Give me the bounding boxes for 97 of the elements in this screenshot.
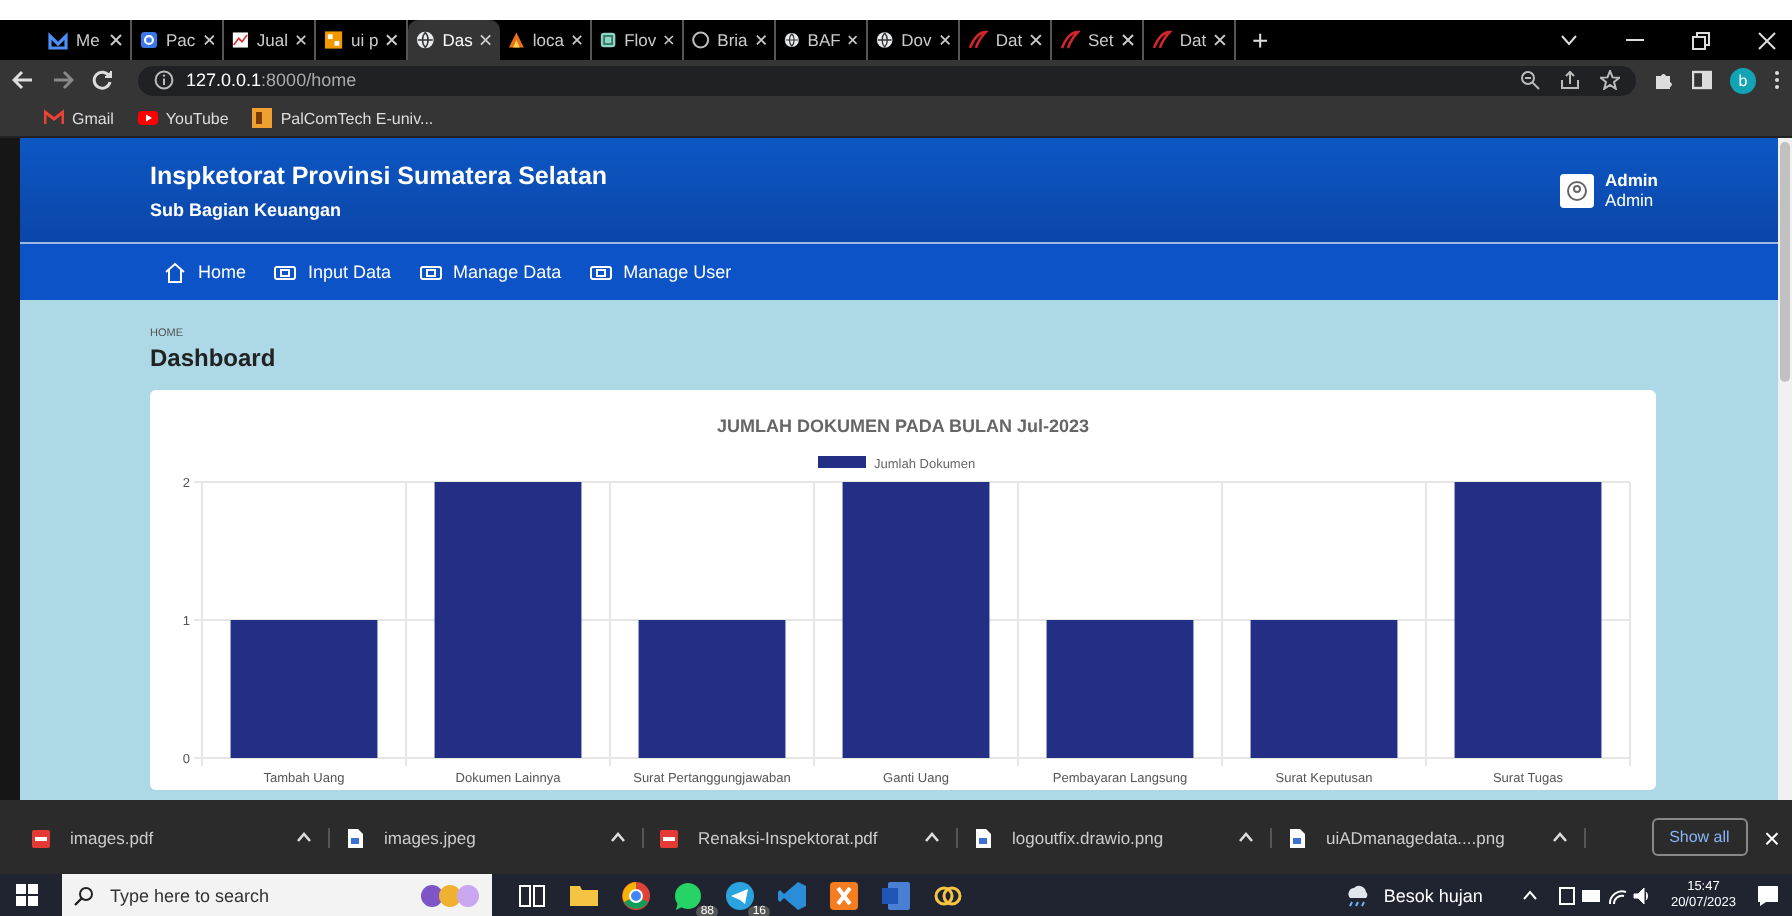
side-panel-icon[interactable] [1692,70,1712,90]
bookmark[interactable]: PalComTech E-univ... [252,108,434,128]
file-icon [346,827,364,847]
close-icon[interactable] [480,34,492,46]
scrollbar[interactable] [1778,138,1792,800]
caret-up-icon[interactable] [1552,832,1568,842]
close-icon[interactable] [203,34,214,46]
back-icon[interactable] [12,70,34,90]
ticket-icon [589,261,612,283]
show-all-button[interactable]: Show all [1651,818,1748,856]
play-icon [137,108,158,128]
reload-icon[interactable] [92,70,112,90]
globe-icon [416,30,435,50]
share-icon[interactable] [1560,70,1580,90]
code-editor-icon[interactable] [776,879,808,911]
slash-icon [968,30,988,50]
caret-up-icon[interactable] [924,832,940,842]
download-item[interactable]: logoutfix.drawio.png [974,827,1272,847]
bookmark[interactable]: Gmail [44,108,114,128]
close-icon[interactable] [1030,34,1042,46]
pdf-icon [32,827,50,847]
nav-link[interactable]: Home [164,261,247,283]
download-item[interactable]: images.jpeg [346,827,644,847]
close-icon[interactable] [1122,34,1134,46]
restore-icon[interactable] [1692,31,1710,49]
caret-up-icon[interactable] [296,832,312,842]
download-item[interactable]: uiADmanagedata....png [1288,827,1586,847]
slash-icon [1060,30,1080,50]
document-icon[interactable] [880,879,912,911]
forward-icon[interactable] [52,70,74,90]
close-icon[interactable] [1758,31,1776,49]
magnifier-icon [140,30,158,50]
url-text: 127.0.0.1:8000/home [186,70,357,90]
puzzle-icon[interactable] [1654,70,1674,90]
user-name: Admin [1605,170,1658,190]
chevron-up-icon[interactable] [1522,890,1539,900]
close-icon[interactable] [386,34,398,46]
download-item[interactable]: Renaksi-Inspektorat.pdf [660,827,958,847]
search-icon [74,885,94,905]
notification-icon[interactable] [1756,883,1780,907]
pdf-icon [660,827,678,847]
close-button[interactable]: × [1763,821,1780,853]
windows-icon[interactable] [16,884,38,906]
chat-icon[interactable] [672,879,704,911]
page-title: Dashboard [150,344,278,372]
close-icon[interactable] [755,34,766,46]
globe-icon [876,30,894,50]
rain-cloud-icon [1343,883,1372,907]
site-subtitle: Sub Bagian Keuangan [150,199,344,219]
new-tab-button[interactable]: + [1252,24,1269,56]
mail-icon [48,30,68,50]
scrollbar-thumb[interactable] [1780,142,1790,382]
close-icon[interactable] [664,34,674,46]
slash-icon [1152,30,1172,50]
info-icon [154,70,174,90]
home-icon [164,261,186,283]
search-field[interactable]: Type here to search [62,874,492,916]
nav-link[interactable]: Input Data [274,261,392,283]
browser-tab[interactable]: Das [408,20,500,60]
paper-plane-icon[interactable] [724,879,756,911]
file-icon [1288,827,1306,847]
download-item[interactable]: images.pdf [32,827,330,847]
box-icon [600,30,617,50]
user-role: Admin [1605,190,1656,210]
gmail-icon [44,108,64,128]
nav-link[interactable]: Manage Data [419,261,562,283]
weather-widget[interactable]: Besok hujan [1343,883,1483,907]
github-icon [692,30,710,50]
site-title: Inspketorat Provinsi Sumatera Selatan [150,161,610,189]
nav-link[interactable]: Manage User [589,261,732,283]
bookmark[interactable]: YouTube [137,108,229,128]
chart-title: JUMLAH DOKUMEN PADA BULAN Jul-2023 [716,416,1090,436]
close-icon[interactable] [1214,34,1226,46]
zoom-icon[interactable] [1520,70,1540,90]
chevron-down-icon[interactable] [1560,34,1578,46]
task-view-icon[interactable] [516,879,548,911]
chrome-icon[interactable] [620,879,652,911]
star-icon[interactable] [1600,70,1620,90]
xampp-icon[interactable] [828,879,860,911]
close-icon[interactable] [110,34,122,46]
close-icon[interactable] [848,34,858,46]
close-icon[interactable] [295,34,306,46]
caret-up-icon[interactable] [610,832,626,842]
minimize-icon[interactable] [1626,38,1644,42]
address-field[interactable]: 127.0.0.1:8000/home [138,65,1636,95]
more-icon[interactable] [1774,70,1780,90]
ticket-icon [419,261,442,283]
grid-icon [324,30,344,50]
caret-up-icon[interactable] [1238,832,1254,842]
close-icon[interactable] [571,34,582,46]
chart-icon [232,30,249,50]
triangle-icon [508,30,525,50]
user-avatar-icon[interactable] [1559,173,1594,207]
close-icon[interactable] [939,34,950,46]
ticket-icon [274,261,297,283]
globe-icon [784,30,800,50]
file-icon [974,827,992,847]
